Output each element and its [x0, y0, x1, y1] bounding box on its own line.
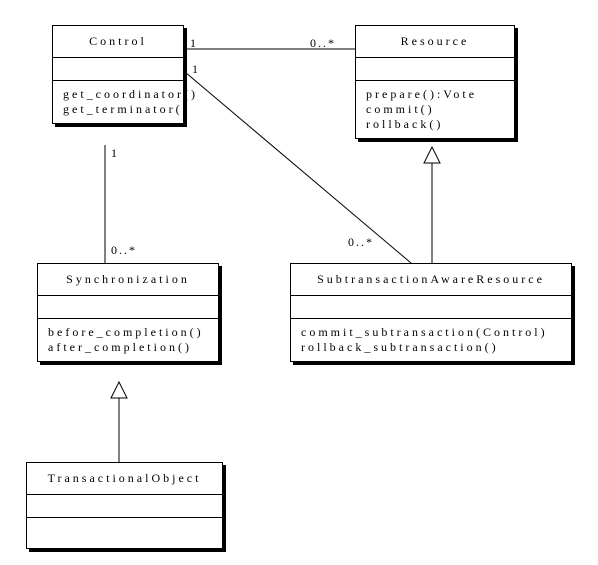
mult-control-sync-many: 0..* — [111, 243, 137, 258]
class-name: TransactionalObject — [27, 463, 222, 495]
class-name: Resource — [356, 26, 514, 58]
class-methods — [27, 518, 222, 548]
mult-control-resource-many: 0..* — [310, 36, 336, 51]
method: rollback_subtransaction() — [301, 340, 561, 355]
class-methods: commit_subtransaction(Control) rollback_… — [291, 319, 571, 361]
class-methods: before_completion() after_completion() — [38, 319, 218, 361]
class-subtransaction-aware-resource: SubtransactionAwareResource commit_subtr… — [290, 263, 572, 362]
mult-control-resource-1: 1 — [190, 36, 198, 51]
class-attributes — [356, 58, 514, 81]
mult-control-subres-many: 0..* — [348, 235, 374, 250]
method: before_completion() — [48, 325, 208, 340]
method: after_completion() — [48, 340, 208, 355]
class-name: SubtransactionAwareResource — [291, 264, 571, 296]
class-attributes — [53, 58, 183, 81]
uml-diagram: 1 0..* 1 0..* 1 0..* Control get_coordin… — [0, 0, 598, 565]
class-transactional-object: TransactionalObject — [26, 462, 223, 549]
class-attributes — [27, 495, 222, 518]
method: get_terminator() — [63, 102, 173, 117]
class-synchronization: Synchronization before_completion() afte… — [37, 263, 219, 362]
class-methods: prepare():Vote commit() rollback() — [356, 81, 514, 138]
method: prepare():Vote — [366, 87, 504, 102]
class-attributes — [291, 296, 571, 319]
class-attributes — [38, 296, 218, 319]
class-methods: get_coordinator() get_terminator() — [53, 81, 183, 123]
method: commit() — [366, 102, 504, 117]
class-name: Synchronization — [38, 264, 218, 296]
mult-control-subres-1: 1 — [192, 62, 200, 77]
class-resource: Resource prepare():Vote commit() rollbac… — [355, 25, 515, 139]
method: rollback() — [366, 117, 504, 132]
class-name: Control — [53, 26, 183, 58]
mult-control-sync-1: 1 — [111, 146, 119, 161]
method: commit_subtransaction(Control) — [301, 325, 561, 340]
method: get_coordinator() — [63, 87, 173, 102]
class-control: Control get_coordinator() get_terminator… — [52, 25, 184, 124]
